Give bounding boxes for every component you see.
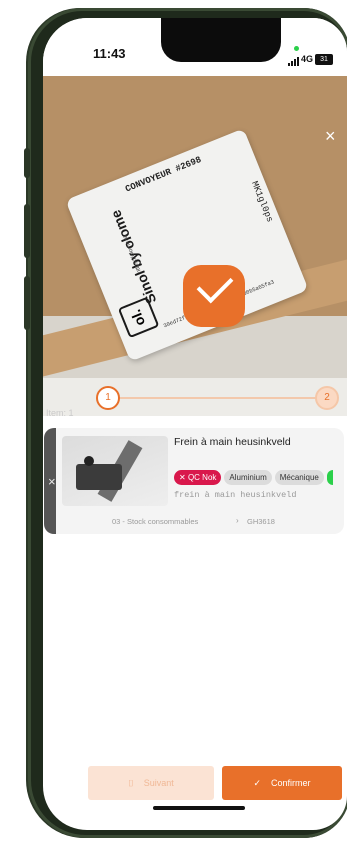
- camera-indicator-dot: [294, 46, 299, 51]
- item-title: Frein à main heusinkveld: [174, 436, 291, 448]
- stepper-line: [109, 397, 319, 399]
- screen: 11:43 4G 31 CONVOYEUR #2698 Sinol by olo…: [43, 18, 347, 830]
- status-tag-edge: [326, 470, 333, 485]
- item-description: frein à main heusinkveld: [174, 490, 297, 500]
- qc-status-badge: ✕ QC Nok: [174, 470, 222, 485]
- notch: [161, 18, 281, 62]
- scan-icon: ⌷: [128, 777, 134, 788]
- silent-switch: [24, 148, 30, 178]
- step-1[interactable]: 1: [96, 386, 120, 410]
- volume-down-button: [24, 276, 30, 330]
- confirm-button[interactable]: ✓ Confirmer: [222, 766, 342, 800]
- material-tag: Aluminium: [224, 470, 272, 485]
- volume-up-button: [24, 204, 30, 258]
- network-label: 4G: [301, 54, 314, 64]
- check-icon: ✓: [253, 777, 262, 788]
- check-icon: [183, 265, 245, 327]
- item-thumbnail: [62, 436, 168, 506]
- label-logo: ol.: [117, 296, 160, 339]
- next-button-label: Suivant: [143, 778, 174, 788]
- category-tag: Mécanique: [274, 470, 324, 485]
- remove-item-icon[interactable]: ×: [48, 474, 56, 489]
- status-time: 11:43: [93, 46, 126, 61]
- camera-view: CONVOYEUR #2698 Sinol by olome https://o…: [43, 76, 347, 416]
- item-tags: ✕ QC Nok Aluminium Mécanique: [174, 470, 333, 485]
- chevron-right-icon: ›: [236, 516, 239, 525]
- home-indicator[interactable]: [153, 806, 245, 810]
- next-button[interactable]: ⌷ Suivant: [88, 766, 214, 800]
- close-button[interactable]: ×: [325, 126, 336, 147]
- qc-status-label: QC Nok: [187, 473, 217, 482]
- label-code: MK1gl0ps: [249, 179, 275, 224]
- status-bar: 11:43 4G 31: [43, 18, 347, 76]
- item-sku: GH3618: [247, 517, 275, 526]
- confirm-button-label: Confirmer: [271, 778, 311, 788]
- battery-icon: 31: [315, 54, 333, 65]
- stepper: 1 2: [43, 378, 347, 416]
- label-title: CONVOYEUR #2698: [124, 154, 203, 195]
- step-2[interactable]: 2: [315, 386, 339, 410]
- signal-icon: [288, 57, 299, 66]
- item-location: 03 - Stock consommables: [112, 517, 199, 526]
